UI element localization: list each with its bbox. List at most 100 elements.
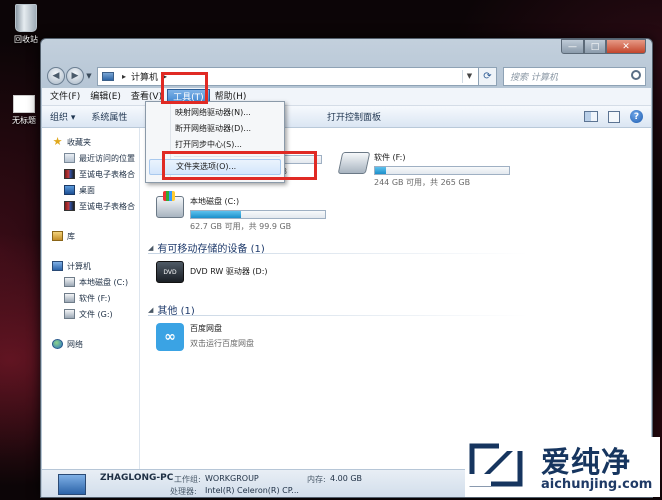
drive-info: 244 GB 可用，共 265 GB [374,178,471,187]
nav-computer-label: 计算机 [67,261,91,271]
system-properties-button[interactable]: 系统属性 [91,110,127,123]
window-controls: — □ ✕ [561,39,646,54]
workgroup-label: 工作组: [174,475,201,484]
drive-name: 软件 (F:) [374,153,406,162]
memory-label: 内存: [307,475,326,484]
menu-edit[interactable]: 编辑(E) [85,89,126,105]
recent-places-icon [64,153,75,163]
chevron-right-icon[interactable]: ▸ [122,72,126,81]
open-control-panel-button[interactable]: 打开控制面板 [327,110,381,123]
chevron-down-icon[interactable]: ▼ [462,69,476,83]
nav-item-label: 桌面 [79,185,95,195]
recycle-bin-image [15,4,37,32]
watermark-url-text: aichunjing.com [541,477,653,492]
nav-item-label: 至诚电子表格合 [79,169,135,179]
nav-computer: 计算机 本地磁盘 (C:) 软件 (F:) 文件 (G:) [42,258,139,322]
menu-item-disconnect-drive[interactable]: 断开网络驱动器(D)... [149,121,281,137]
app-name: 百度网盘 [190,324,222,333]
address-bar-row: ◀ ▶ ▼ ▸ 计算机 ▸ ▼ ⟳ 搜索 计算机 [47,65,646,87]
forward-button[interactable]: ▶ [66,67,84,85]
nav-libraries-header[interactable]: 库 [42,228,139,244]
drive-item-f[interactable]: 软件 (F:) 244 GB 可用，共 265 GB [337,152,510,188]
close-button[interactable]: ✕ [606,39,646,54]
navigation-pane: ★ 收藏夹 最近访问的位置 至诚电子表格合 桌面 至诚电子表格合 库 计算机 本… [42,128,140,469]
computer-icon [52,261,63,271]
history-dropdown-icon[interactable]: ▼ [84,72,94,80]
nav-favorites: ★ 收藏夹 最近访问的位置 至诚电子表格合 桌面 至诚电子表格合 [42,134,139,214]
nav-item-drive-c[interactable]: 本地磁盘 (C:) [42,274,139,290]
nav-network-label: 网络 [67,339,83,349]
maximize-button[interactable]: □ [584,39,606,54]
drive-item-c[interactable]: 本地磁盘 (C:) 62.7 GB 可用，共 99.9 GB [156,191,326,232]
drive-usage-fill [191,211,241,218]
nav-item-drive-f[interactable]: 软件 (F:) [42,290,139,306]
menu-bar: 文件(F) 编辑(E) 查看(V) 工具(T) 帮助(H) [42,88,651,106]
drive-icon [64,277,75,287]
processor-label: 处理器: [170,487,197,496]
app-subtitle: 双击运行百度网盘 [190,339,254,348]
address-path-label[interactable]: 计算机 [131,70,158,83]
section-other[interactable]: ◢ 其他 (1) [148,302,528,317]
library-icon [52,231,63,241]
section-divider [148,253,528,254]
collapse-icon: ◢ [148,243,154,252]
nav-item-drive-g[interactable]: 文件 (G:) [42,306,139,322]
nav-favorites-label: 收藏夹 [67,137,91,147]
nav-item-recent[interactable]: 最近访问的位置 [42,150,139,166]
menu-item-map-drive[interactable]: 映射网络驱动器(N)... [149,105,281,121]
nav-item-desktop[interactable]: 桌面 [42,182,139,198]
folder-icon [64,201,75,211]
watermark: 爱纯净 aichunjing.com [465,437,660,497]
highlight-box-tools-menu [161,72,208,104]
change-view-icon[interactable] [584,111,598,122]
nav-computer-header[interactable]: 计算机 [42,258,139,274]
search-input[interactable]: 搜索 计算机 [503,66,646,86]
hard-drive-icon [337,152,371,174]
drive-usage-bar [374,166,510,175]
collapse-icon: ◢ [148,305,154,314]
command-bar: 组织 ▾ 系统属性 打开控制面板 ? [42,106,651,128]
refresh-button[interactable]: ⟳ [479,66,497,86]
preview-pane-icon[interactable] [608,110,620,123]
nav-item-label: 最近访问的位置 [79,153,135,163]
drive-info: 62.7 GB 可用，共 99.9 GB [190,222,292,231]
drive-name: DVD RW 驱动器 (D:) [190,267,268,276]
section-divider [148,315,528,316]
desktop: 回收站 无标题 — □ ✕ ◀ ▶ ▼ ▸ 计算机 ▸ ▼ ⟳ 搜索 计算机 文… [0,0,662,500]
dvd-drive-item[interactable]: DVD DVD RW 驱动器 (D:) [156,261,268,283]
computer-icon [102,71,114,81]
drive-usage-fill [375,167,386,174]
nav-favorites-header[interactable]: ★ 收藏夹 [42,134,139,150]
computer-name: ZHAGLONG-PC [100,473,174,483]
nav-item-spreadsheet-2[interactable]: 至诚电子表格合 [42,198,139,214]
explorer-window: — □ ✕ ◀ ▶ ▼ ▸ 计算机 ▸ ▼ ⟳ 搜索 计算机 文件(F) 编辑(… [40,38,653,498]
view-controls: ? [584,110,643,123]
help-icon[interactable]: ? [630,110,643,123]
organize-button[interactable]: 组织 ▾ [50,110,75,123]
back-button[interactable]: ◀ [47,67,65,85]
nav-item-label: 软件 (F:) [79,293,111,303]
cloud-icon: ∞ [156,323,184,351]
address-field[interactable]: ▸ 计算机 ▸ ▼ [97,66,479,86]
star-icon: ★ [52,135,63,148]
dvd-icon: DVD [156,261,184,283]
nav-network-header[interactable]: 网络 [42,336,139,352]
system-drive-icon [156,191,184,218]
nav-item-label: 至诚电子表格合 [79,201,135,211]
minimize-button[interactable]: — [561,39,584,54]
nav-item-spreadsheet-1[interactable]: 至诚电子表格合 [42,166,139,182]
folder-icon [64,169,75,179]
highlight-box-folder-options [162,151,317,180]
computer-icon [58,474,86,495]
nav-libraries-label: 库 [67,231,75,241]
processor-value: Intel(R) Celeron(R) CP... [205,486,299,495]
section-removable[interactable]: ◢ 有可移动存储的设备 (1) [148,240,528,255]
nav-libraries: 库 [42,228,139,244]
drive-icon [64,293,75,303]
workgroup-value: WORKGROUP [205,474,259,483]
drive-usage-bar [190,210,326,219]
content-area: ★ 收藏夹 最近访问的位置 至诚电子表格合 桌面 至诚电子表格合 库 计算机 本… [42,128,651,469]
search-icon [631,69,641,80]
baidu-netdisk-item[interactable]: ∞ 百度网盘 双击运行百度网盘 [156,323,254,351]
menu-file[interactable]: 文件(F) [45,89,85,105]
